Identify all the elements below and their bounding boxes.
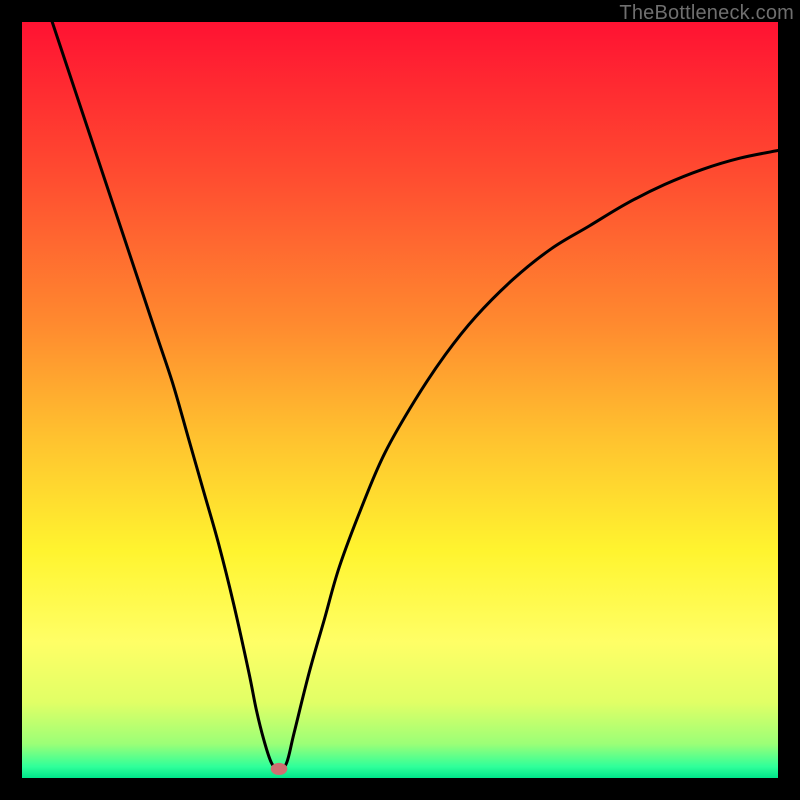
gradient-background (22, 22, 778, 778)
watermark-text: TheBottleneck.com (619, 2, 794, 25)
chart-frame (22, 22, 778, 778)
chart-svg (22, 22, 778, 778)
optimal-point-marker (271, 763, 288, 775)
